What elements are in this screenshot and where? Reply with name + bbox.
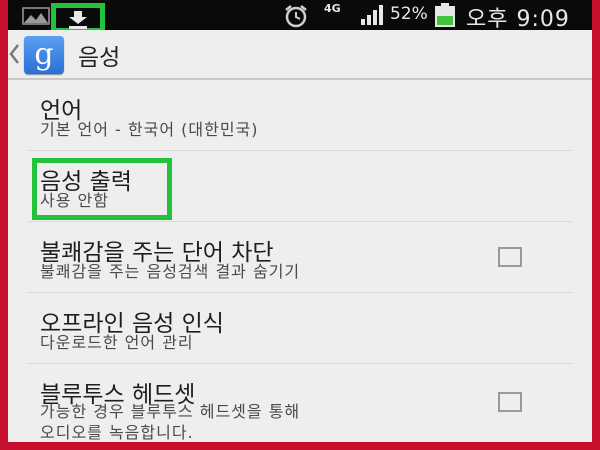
setting-subtitle: 불쾌감을 주는 음성검색 결과 숨기기 [40,262,301,281]
block-offensive-checkbox[interactable] [498,247,522,267]
setting-offline-speech[interactable]: 오프라인 음성 인식 다운로드한 언어 관리 [28,293,572,364]
google-logo-icon[interactable]: g [24,36,64,74]
chevron-left-icon[interactable] [8,42,22,66]
action-bar: g 음성 [8,30,592,80]
setting-bluetooth-headset[interactable]: 블루투스 헤드셋 가능한 경우 블루투스 헤드셋을 통해 오디오를 녹음합니다. [28,364,572,442]
setting-subtitle-line-2: 오디오를 녹음합니다. [40,423,194,442]
setting-block-offensive-words[interactable]: 불쾌감을 주는 단어 차단 불쾌감을 주는 음성검색 결과 숨기기 [28,222,572,293]
status-bar: 4G 52% 오후 9:09 [8,0,592,33]
alarm-icon [285,5,307,28]
voice-output-highlight [32,158,172,220]
setting-subtitle: 기본 언어 - 한국어 (대한민국) [40,120,259,139]
setting-subtitle-line-1: 가능한 경우 블루투스 헤드셋을 통해 [40,402,301,421]
battery-icon [435,3,455,27]
download-notification-icon[interactable] [51,3,105,33]
battery-percent: 52% [390,4,428,24]
page-title: 음성 [78,45,121,71]
phone-screen: 4G 52% 오후 9:09 g 음성 언어 기본 언어 - 한국어 (대한민국… [8,0,592,442]
network-type-label: 4G [324,2,341,15]
download-icon [69,11,87,29]
setting-subtitle: 다운로드한 언어 관리 [40,333,194,352]
bluetooth-headset-checkbox[interactable] [498,392,522,412]
setting-language[interactable]: 언어 기본 언어 - 한국어 (대한민국) [28,80,572,151]
picture-icon [22,7,50,25]
status-time: 오후 9:09 [466,7,570,32]
signal-icon [361,5,383,25]
